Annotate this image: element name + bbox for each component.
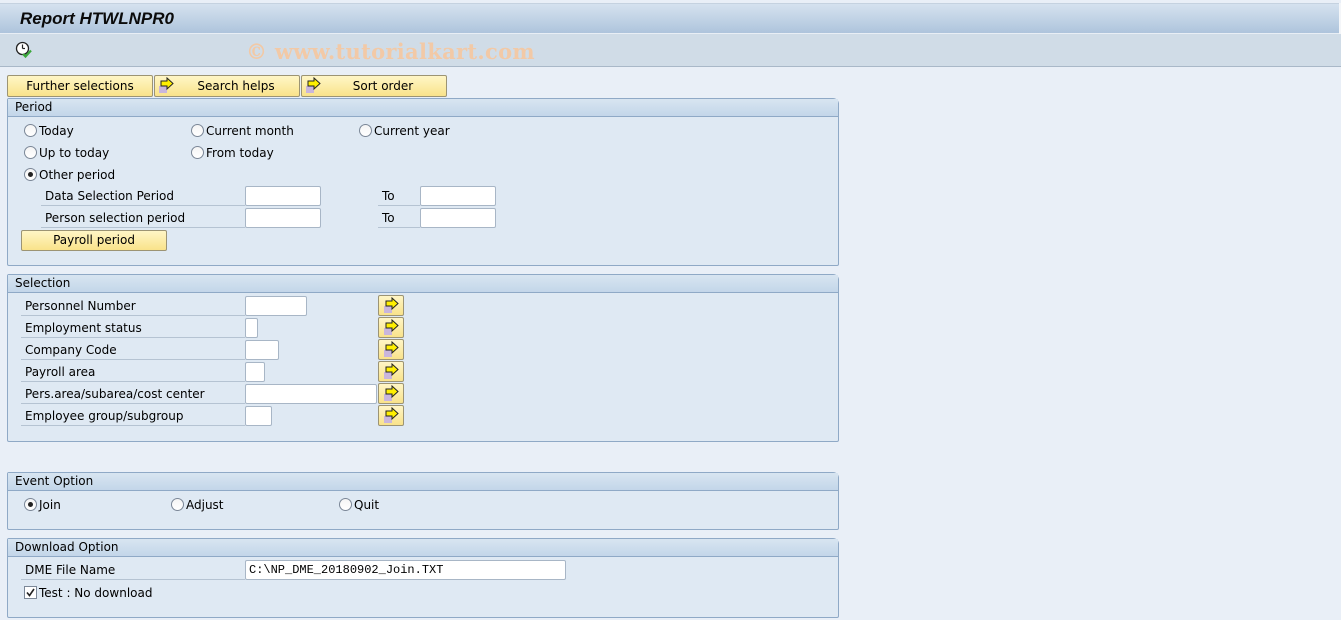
company-code-multiple-selection-button[interactable] xyxy=(378,339,404,360)
search-helps-label: Search helps xyxy=(197,79,275,93)
radio-current-month[interactable] xyxy=(191,124,204,137)
employment-status-multiple-selection-button[interactable] xyxy=(378,317,404,338)
personnel-number-label: Personnel Number xyxy=(21,297,245,316)
arrow-right-icon xyxy=(384,319,399,335)
personnel-number-input[interactable] xyxy=(245,296,307,316)
radio-today-label: Today xyxy=(39,124,74,138)
radio-other-period[interactable] xyxy=(24,168,37,181)
radio-up-to-today[interactable] xyxy=(24,146,37,159)
radio-adjust[interactable] xyxy=(171,498,184,511)
data-selection-to-label: To xyxy=(378,187,420,206)
payroll-area-multiple-selection-button[interactable] xyxy=(378,361,404,382)
person-selection-to-input[interactable] xyxy=(420,208,496,228)
selection-group: Selection Personnel Number Employment st… xyxy=(7,274,839,442)
event-option-group-title: Event Option xyxy=(8,473,838,491)
employee-group-input[interactable] xyxy=(245,406,272,426)
period-group-title: Period xyxy=(8,99,838,117)
checkmark-icon xyxy=(26,588,35,597)
payroll-area-input[interactable] xyxy=(245,362,265,382)
radio-quit-label: Quit xyxy=(354,498,380,512)
sort-order-label: Sort order xyxy=(352,79,414,93)
arrow-right-icon xyxy=(384,297,399,313)
download-option-group-title: Download Option xyxy=(8,539,838,557)
further-selections-button[interactable]: Further selections xyxy=(7,75,153,97)
employee-group-label: Employee group/subgroup xyxy=(21,407,245,426)
data-selection-from-input[interactable] xyxy=(245,186,321,206)
title-bar: Report HTWLNPR0 xyxy=(0,3,1341,34)
radio-join[interactable] xyxy=(24,498,37,511)
radio-join-label: Join xyxy=(39,498,61,512)
company-code-label: Company Code xyxy=(21,341,245,360)
test-no-download-label: Test : No download xyxy=(39,586,153,600)
person-selection-period-label: Person selection period xyxy=(41,209,245,228)
employment-status-input[interactable] xyxy=(245,318,258,338)
person-selection-to-label: To xyxy=(378,209,420,228)
data-selection-to-input[interactable] xyxy=(420,186,496,206)
search-helps-button[interactable]: Search helps xyxy=(154,75,300,97)
radio-today[interactable] xyxy=(24,124,37,137)
application-toolbar: © www.tutorialkart.com xyxy=(0,34,1341,67)
radio-current-year-label: Current year xyxy=(374,124,450,138)
page-title: Report HTWLNPR0 xyxy=(20,9,174,28)
data-selection-period-label: Data Selection Period xyxy=(41,187,245,206)
pers-area-label: Pers.area/subarea/cost center xyxy=(21,385,245,404)
radio-from-today[interactable] xyxy=(191,146,204,159)
payroll-area-label: Payroll area xyxy=(21,363,245,382)
test-no-download-checkbox[interactable] xyxy=(24,586,37,599)
employment-status-label: Employment status xyxy=(21,319,245,338)
arrow-right-icon xyxy=(384,341,399,357)
payroll-period-label: Payroll period xyxy=(53,233,135,247)
further-selections-label: Further selections xyxy=(26,79,134,93)
radio-other-period-label: Other period xyxy=(39,168,116,182)
company-code-input[interactable] xyxy=(245,340,279,360)
pers-area-multiple-selection-button[interactable] xyxy=(378,383,404,404)
download-option-group: Download Option DME File Name C:\NP_DME_… xyxy=(7,538,839,618)
employee-group-multiple-selection-button[interactable] xyxy=(378,405,404,426)
period-group: Period Today Current month Current year … xyxy=(7,98,839,266)
radio-from-today-label: From today xyxy=(206,146,274,160)
arrow-right-icon xyxy=(384,363,399,379)
dme-file-name-input[interactable]: C:\NP_DME_20180902_Join.TXT xyxy=(245,560,566,580)
sort-order-button[interactable]: Sort order xyxy=(301,75,447,97)
arrow-right-icon xyxy=(305,76,322,94)
radio-current-year[interactable] xyxy=(359,124,372,137)
event-option-group: Event Option Join Adjust Quit xyxy=(7,472,839,530)
arrow-right-icon xyxy=(158,76,175,94)
pers-area-input[interactable] xyxy=(245,384,377,404)
arrow-right-icon xyxy=(384,385,399,401)
personnel-number-multiple-selection-button[interactable] xyxy=(378,295,404,316)
payroll-period-button[interactable]: Payroll period xyxy=(21,230,167,251)
radio-adjust-label: Adjust xyxy=(186,498,224,512)
radio-current-month-label: Current month xyxy=(206,124,294,138)
execute-clock-check-icon[interactable] xyxy=(15,41,33,59)
watermark-text: © www.tutorialkart.com xyxy=(246,39,535,64)
dme-file-name-label: DME File Name xyxy=(21,561,245,580)
person-selection-from-input[interactable] xyxy=(245,208,321,228)
arrow-right-icon xyxy=(384,407,399,423)
radio-quit[interactable] xyxy=(339,498,352,511)
selection-group-title: Selection xyxy=(8,275,838,293)
radio-up-to-today-label: Up to today xyxy=(39,146,110,160)
